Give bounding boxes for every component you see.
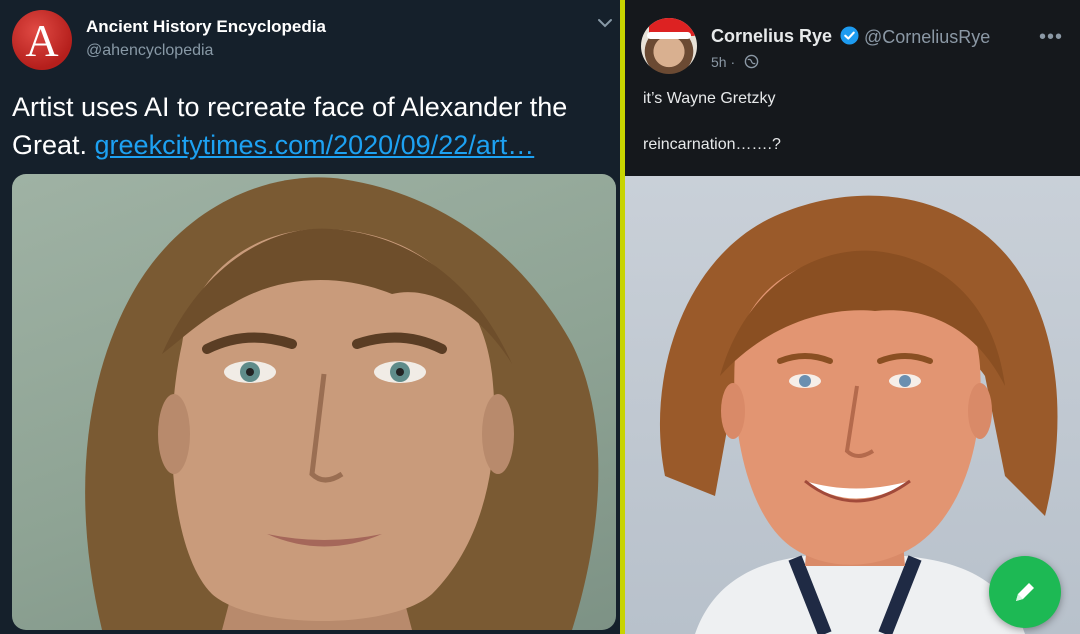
more-options-icon[interactable]: ••• xyxy=(1039,26,1063,49)
display-name[interactable]: Cornelius Rye xyxy=(711,26,832,47)
globe-icon xyxy=(744,54,759,69)
user-handle[interactable]: @CorneliusRye xyxy=(864,27,990,48)
user-avatar[interactable] xyxy=(641,18,697,74)
chevron-down-icon[interactable] xyxy=(596,14,614,32)
pencil-icon xyxy=(1016,583,1034,601)
tweet-media-portrait[interactable] xyxy=(12,174,616,630)
tweet-text: Artist uses AI to recreate face of Alexa… xyxy=(12,88,608,164)
post-timestamp: 5h · xyxy=(711,54,735,70)
account-name[interactable]: Ancient History Encyclopedia xyxy=(86,17,326,37)
left-tweet-panel: A Ancient History Encyclopedia @ahencycl… xyxy=(0,0,620,634)
post-text-line-1: it’s Wayne Gretzky xyxy=(643,90,776,107)
account-handle[interactable]: @ahencyclopedia xyxy=(86,42,213,60)
timestamp-value: 5h xyxy=(711,54,727,70)
compose-button[interactable] xyxy=(989,556,1061,628)
verified-badge-icon xyxy=(840,26,859,45)
post-text-line-2: reincarnation…….? xyxy=(643,136,781,153)
hat-trim xyxy=(647,32,691,39)
portrait-image xyxy=(85,177,599,630)
logo-letter: A xyxy=(25,15,59,66)
right-tweet-panel: Cornelius Rye @CorneliusRye ••• 5h · it’… xyxy=(625,0,1080,634)
account-avatar[interactable]: A xyxy=(12,10,72,70)
timestamp-separator: · xyxy=(730,54,736,70)
tweet-link[interactable]: greekcitytimes.com/2020/09/22/art… xyxy=(95,130,535,160)
